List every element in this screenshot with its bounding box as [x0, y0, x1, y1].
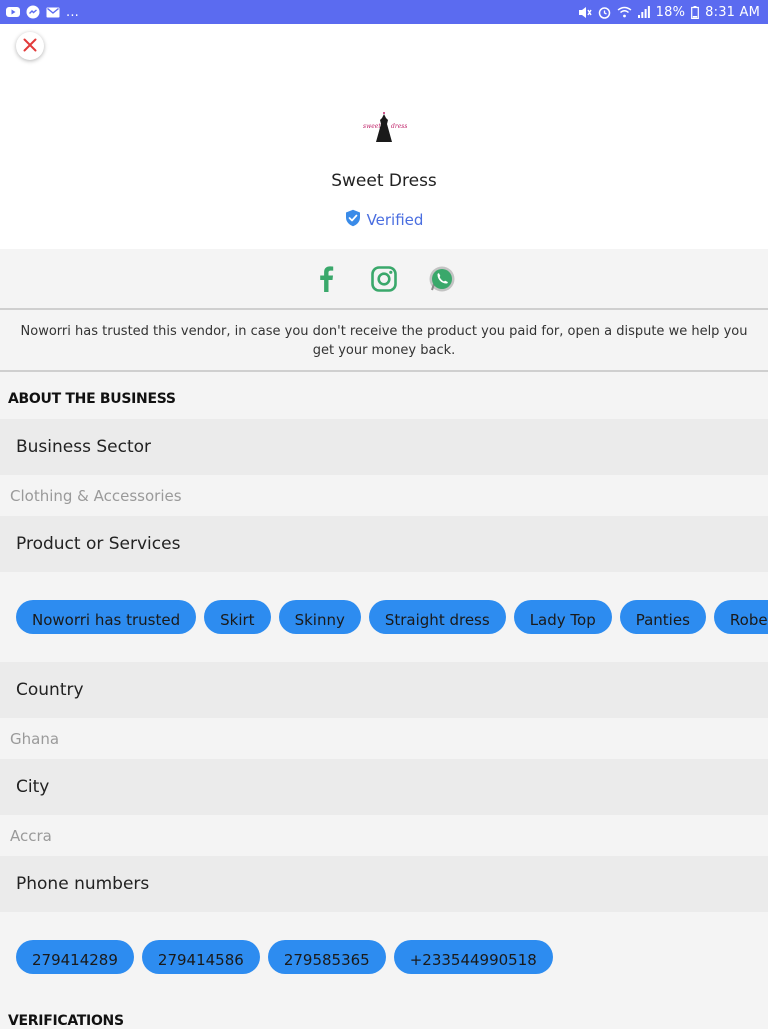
products-chips: Noworri has trusted Skirt Skinny Straight d… — [16, 600, 768, 634]
product-chip[interactable]: Straight dress — [368, 600, 506, 634]
verified-label: Verified — [366, 211, 424, 229]
city-label: City — [0, 759, 768, 815]
verified-badge: Verified — [0, 209, 768, 231]
clock: 8:31 AM — [705, 4, 760, 20]
city-value: Accra — [0, 815, 768, 856]
product-chip[interactable]: Robe — [713, 600, 768, 634]
country-label: Country — [0, 662, 768, 718]
instagram-icon[interactable] — [369, 264, 399, 294]
svg-text:dress: dress — [391, 123, 407, 130]
business-sector-value: Clothing & Accessories — [0, 475, 768, 516]
phone-chip[interactable]: +233544990518 — [393, 940, 553, 974]
about-business-heading: ABOUT THE BUSINESS — [8, 391, 176, 407]
phone-chip[interactable]: 279414586 — [141, 940, 260, 974]
store-name: Sweet Dress — [331, 171, 437, 191]
gmail-icon — [46, 7, 60, 18]
product-chip[interactable]: Noworri has trusted — [16, 600, 197, 634]
vendor-header: sweet dress Sweet Dress Verified — [0, 24, 768, 249]
dress-logo-icon: sweet dress — [361, 108, 407, 148]
mute-icon — [578, 6, 592, 19]
more-notifications: ... — [66, 4, 79, 20]
facebook-icon[interactable] — [311, 264, 341, 294]
wifi-icon — [617, 6, 632, 18]
phone-chip[interactable]: 279585365 — [267, 940, 386, 974]
phones-chips: 279414289 279414586 279585365 +233544990518 — [16, 940, 553, 974]
verifications-heading: VERIFICATIONS — [8, 1013, 124, 1029]
battery-percent: 18% — [655, 4, 686, 20]
business-sector-label: Business Sector — [0, 419, 768, 475]
phone-chip[interactable]: 279414289 — [16, 940, 134, 974]
status-bar: ... 18% 8:31 AM — [0, 0, 768, 24]
phones-label: Phone numbers — [0, 856, 768, 912]
products-label: Product or Services — [0, 516, 768, 572]
products-chip-row: Noworri has trusted Skirt Skinny Straight d… — [0, 572, 768, 662]
social-links — [0, 249, 768, 310]
phones-chip-row: 279414289 279414586 279585365 +233544990518 — [0, 912, 768, 1002]
product-chip[interactable]: Panties — [619, 600, 706, 634]
product-chip[interactable]: Skirt — [204, 600, 271, 634]
product-chip[interactable]: Lady Top — [513, 600, 612, 634]
trust-notice: Noworri has trusted this vendor, in case… — [0, 310, 768, 372]
alarm-icon — [598, 6, 611, 19]
close-icon — [23, 37, 37, 56]
country-value: Ghana — [0, 718, 768, 759]
shield-check-icon — [345, 209, 361, 231]
messenger-icon — [26, 5, 40, 19]
signal-icon — [637, 6, 650, 18]
svg-text:sweet: sweet — [363, 123, 381, 130]
close-button[interactable] — [16, 32, 44, 60]
battery-icon — [691, 5, 700, 19]
youtube-icon — [6, 6, 20, 18]
product-chip[interactable]: Skinny — [278, 600, 361, 634]
whatsapp-icon[interactable] — [427, 264, 457, 294]
